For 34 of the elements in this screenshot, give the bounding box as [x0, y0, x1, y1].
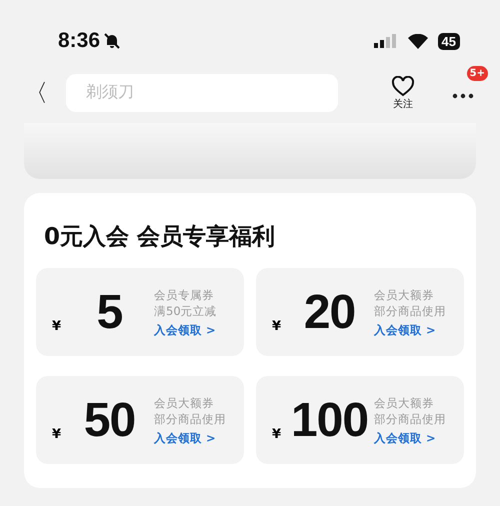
- currency-symbol: ¥: [52, 427, 62, 442]
- coupon-card[interactable]: ¥ 20 会员大额券 部分商品使用 入会领取 >: [256, 268, 464, 356]
- coupon-condition: 部分商品使用: [154, 410, 227, 426]
- join-claim-link[interactable]: 入会领取 >: [154, 430, 236, 446]
- currency-symbol: ¥: [272, 427, 282, 442]
- more-icon[interactable]: [452, 92, 474, 98]
- coupon-type: 会员大额券: [374, 286, 435, 302]
- wifi-icon: [408, 34, 428, 48]
- currency-symbol: ¥: [272, 319, 282, 334]
- currency-symbol: ¥: [52, 319, 62, 334]
- coupon-type: 会员专属券: [154, 286, 215, 302]
- coupon-type: 会员大额券: [374, 394, 435, 410]
- notification-badge: 5+: [466, 66, 488, 80]
- status-time: 8:36: [58, 29, 100, 53]
- search-field[interactable]: 剃须刀: [66, 74, 338, 112]
- coupon-type: 会员大额券: [154, 394, 215, 410]
- follow-button[interactable]: 关注: [386, 76, 420, 110]
- coupon-amount: 20: [302, 284, 356, 340]
- back-button[interactable]: 〈: [22, 77, 50, 109]
- membership-title: 0元入会 会员专享福利: [44, 223, 276, 252]
- coupon-amount: 100: [290, 392, 370, 448]
- join-claim-link[interactable]: 入会领取 >: [154, 322, 236, 338]
- coupon-card[interactable]: ¥ 5 会员专属券 满50元立减 入会领取 >: [36, 268, 244, 356]
- coupon-card[interactable]: ¥ 50 会员大额券 部分商品使用 入会领取 >: [36, 376, 244, 464]
- battery-level: 45: [438, 32, 460, 50]
- coupon-condition: 满50元立减: [154, 302, 218, 318]
- heart-icon: [391, 76, 415, 96]
- join-claim-link[interactable]: 入会领取 >: [374, 322, 456, 338]
- coupon-amount: 50: [82, 392, 136, 448]
- coupon-condition: 部分商品使用: [374, 302, 447, 318]
- signal-icon: [374, 34, 396, 48]
- coupon-amount: 5: [96, 284, 124, 340]
- coupon-condition: 部分商品使用: [374, 410, 447, 426]
- join-claim-link[interactable]: 入会领取 >: [374, 430, 456, 446]
